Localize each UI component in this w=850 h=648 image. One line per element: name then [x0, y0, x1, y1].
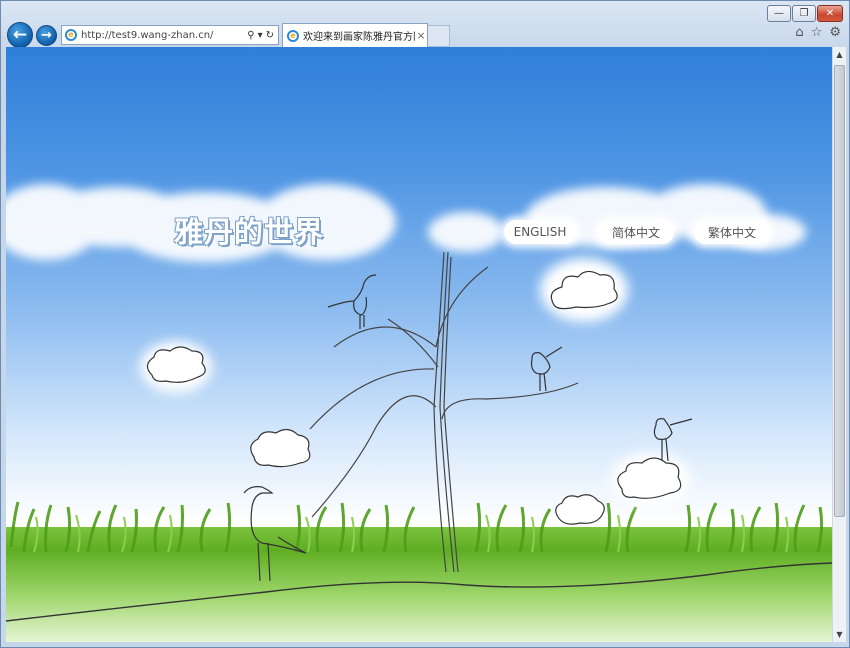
settings-gear-icon[interactable]: ⚙: [829, 25, 841, 40]
toolbar-icons: ⌂ ☆ ⚙: [795, 25, 841, 40]
forward-arrow-icon: →: [41, 28, 52, 43]
tab-title: 欢迎来到画家陈雅丹官方网...: [303, 32, 415, 43]
ground-line: [6, 562, 832, 622]
back-button[interactable]: ←: [7, 22, 33, 48]
forward-button[interactable]: →: [36, 25, 57, 46]
address-bar[interactable]: e http://test9.wang-zhan.cn/ ⚲ ▾ ↻: [61, 25, 279, 45]
restore-icon[interactable]: ❐: [792, 5, 816, 22]
site-logo-title[interactable]: 雅丹的世界: [174, 209, 324, 251]
minimize-icon[interactable]: —: [767, 5, 791, 22]
home-icon[interactable]: ⌂: [795, 25, 803, 40]
scroll-thumb[interactable]: [834, 65, 845, 517]
browser-window: — ❐ ✕ ← → e http://test9.wang-zhan.cn/ ⚲…: [0, 0, 850, 648]
tree-sketch: [309, 251, 579, 573]
lang-traditional-chinese-link[interactable]: 繁体中文: [694, 220, 770, 244]
grass-blades-light: [33, 514, 789, 553]
page-viewport: 雅丹的世界 ENGLISH 简体中文 繁体中文: [6, 47, 832, 642]
scroll-up-arrow-icon[interactable]: ▲: [833, 47, 846, 62]
vertical-scrollbar[interactable]: ▲ ▼: [832, 47, 846, 642]
lang-english-link[interactable]: ENGLISH: [504, 220, 576, 244]
scene-illustration: [6, 184, 832, 622]
dropdown-icon[interactable]: ▾: [258, 30, 263, 41]
new-tab-button[interactable]: [428, 25, 450, 47]
favorites-star-icon[interactable]: ☆: [811, 25, 823, 40]
ie-page-icon: e: [65, 29, 77, 41]
close-icon[interactable]: ✕: [817, 5, 843, 22]
tab-ie-icon: e: [287, 29, 299, 42]
tab-close-icon[interactable]: ×: [415, 29, 427, 42]
lang-simplified-chinese-link[interactable]: 简体中文: [598, 220, 674, 244]
address-tools: ⚲ ▾ ↻: [247, 30, 278, 41]
window-controls: — ❐ ✕: [767, 5, 843, 22]
address-url[interactable]: http://test9.wang-zhan.cn/: [81, 30, 247, 41]
refresh-icon[interactable]: ↻: [266, 30, 274, 41]
scroll-down-arrow-icon[interactable]: ▼: [833, 627, 846, 642]
back-arrow-icon: ←: [12, 25, 28, 45]
navigation-bar: ← → e http://test9.wang-zhan.cn/ ⚲ ▾ ↻ e…: [7, 22, 845, 48]
tab-current[interactable]: e 欢迎来到画家陈雅丹官方网... ×: [282, 23, 428, 47]
sky-clouds: [6, 184, 806, 262]
search-icon[interactable]: ⚲: [247, 30, 254, 41]
